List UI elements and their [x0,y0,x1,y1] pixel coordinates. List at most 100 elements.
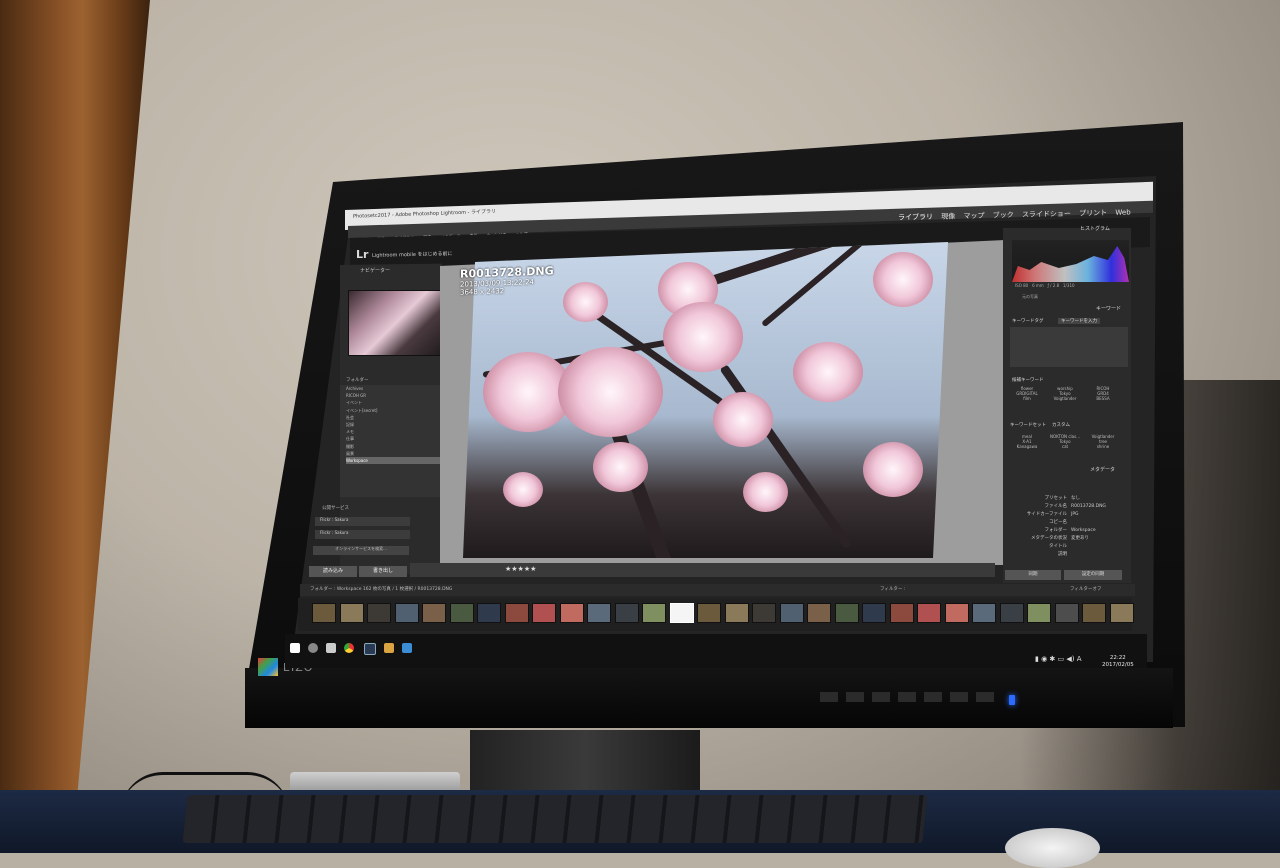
filmstrip-thumb[interactable] [1054,603,1079,623]
metadata-value[interactable]: Workspace [1071,528,1096,533]
keyword-set-label: キーワードセット [1010,423,1046,428]
filmstrip-thumb[interactable] [724,603,749,623]
sync-settings-button[interactable]: 設定の同期 [1064,570,1122,580]
folder-item[interactable]: 風景 [346,450,442,457]
filmstrip-thumb[interactable] [532,603,556,623]
filmstrip-thumb[interactable] [339,603,364,623]
filmstrip-thumb[interactable] [1082,603,1106,623]
folder-item[interactable]: 社会 [346,414,442,421]
metadata-key: コピー名 [1049,520,1067,525]
filmstrip-thumb[interactable] [779,603,804,623]
folder-item[interactable]: 撮影 [346,443,442,450]
filmstrip-thumb[interactable] [367,603,391,623]
publish-services-label[interactable]: 公開サービス [322,505,349,511]
windows-start-icon[interactable] [290,643,300,653]
filter-off-select[interactable]: フィルターオフ [1070,584,1101,596]
filmstrip-thumb[interactable] [972,603,996,623]
module-slideshow[interactable]: スライドショー [1022,210,1071,219]
app-icon[interactable] [402,643,412,653]
ime-indicator[interactable]: A [1077,655,1082,663]
module-map[interactable]: マップ [963,212,984,220]
folder-item-selected[interactable]: Workspace [346,457,442,465]
filmstrip-thumb[interactable] [889,603,914,623]
folder-item[interactable]: 記録 [346,421,442,428]
keyword-chip[interactable]: Kanagawa [1008,444,1046,449]
module-book[interactable]: ブック [993,211,1014,219]
export-button[interactable]: 書き出し [359,566,407,577]
rating-stars[interactable]: ★★★★★ [505,565,536,573]
filmstrip-thumb[interactable] [394,603,419,623]
metadata-value[interactable]: JPG [1071,512,1079,517]
find-services-button[interactable]: オンラインサービスを検索... [313,546,409,555]
tray-icons[interactable]: ▮ ◉ ✱ ▭ ◀) [1035,655,1074,663]
keyword-input[interactable]: キーワードを入力 [1058,318,1100,324]
import-button[interactable]: 読み込み [309,566,357,577]
metadata-label[interactable]: メタデータ [1090,466,1115,473]
metadata-value[interactable]: 変更あり [1071,536,1089,541]
histogram-label[interactable]: ヒストグラム [1080,225,1110,232]
folder-item[interactable]: RICOH GR [346,392,442,399]
filmstrip-thumb-selected[interactable] [669,603,694,623]
folder-item[interactable]: Archives [346,385,442,392]
keyword-chip[interactable]: Voigtlander [1046,396,1084,401]
filmstrip-thumb[interactable] [944,603,969,623]
service-flickr[interactable]: Flickr : Sakura [315,530,410,539]
photo-blossom [593,442,648,492]
filmstrip-thumb[interactable] [642,603,666,623]
module-print[interactable]: プリント [1079,209,1107,218]
metadata-value[interactable]: なし [1071,496,1080,501]
windows-taskbar [285,634,1147,668]
folder-item[interactable]: 仕事 [346,435,442,442]
filmstrip-thumb[interactable] [1109,603,1134,623]
filmstrip-thumb[interactable] [504,603,529,623]
exif-iso: ISO 80 [1015,283,1029,288]
task-view-icon[interactable] [326,643,336,653]
navigator-label[interactable]: ナビゲーター [360,267,390,274]
metadata-value[interactable]: R0013728.DNG [1071,504,1106,509]
taskbar-clock[interactable]: 22:22 2017/02/05 [1102,655,1134,669]
filmstrip-thumb[interactable] [449,603,474,623]
filmstrip-thumb[interactable] [477,603,501,623]
keyword-chip[interactable]: shrine [1084,444,1122,449]
keyword-chip[interactable]: film [1008,396,1046,401]
chrome-icon[interactable] [344,643,354,653]
folder-item[interactable]: メモ [346,428,442,435]
filmstrip-thumb[interactable] [862,603,886,623]
module-develop[interactable]: 現像 [941,212,955,220]
filmstrip-thumb[interactable] [807,603,831,623]
filter-label: フィルター : [880,587,906,592]
filmstrip-thumb[interactable] [752,603,776,623]
keyword-chip[interactable]: cat [1046,444,1084,449]
filmstrip-thumb[interactable] [587,603,611,623]
monitor-buttons[interactable] [820,692,1000,702]
exif-aperture: ƒ / 2.8 [1047,283,1060,288]
keyword-set-select[interactable]: カスタム [1052,422,1070,428]
keywords-label[interactable]: キーワード [1096,305,1121,312]
clock-time: 22:22 [1109,655,1126,661]
filmstrip-thumb[interactable] [697,603,721,623]
folder-item[interactable]: イベント[secret] [346,407,442,414]
filmstrip-path[interactable]: フォルダー : Workspace 162 枚の写真 / 1 枚選択 / R00… [310,587,452,592]
filmstrip-thumb[interactable] [614,603,639,623]
module-web[interactable]: Web [1115,208,1130,216]
filmstrip-thumb[interactable] [834,603,859,623]
search-icon[interactable] [308,643,318,653]
filmstrip-thumb[interactable] [1027,603,1051,623]
service-flickr[interactable]: Flickr : Sakura [315,517,410,526]
photo-info-overlay: R0013728.DNG 2013/03/09 13:22:24 3648 x … [460,264,554,296]
sync-button[interactable]: 同期 [1005,570,1061,580]
explorer-icon[interactable] [384,643,394,653]
keyword-chip[interactable]: BESSA [1084,396,1122,401]
module-library[interactable]: ライブラリ [898,213,933,222]
filmstrip-thumb[interactable] [917,603,941,623]
lightroom-taskbar-icon[interactable] [364,643,376,655]
folders-label[interactable]: フォルダー [346,377,369,383]
keyword-tags-box[interactable] [1010,327,1128,367]
filmstrip-thumb[interactable] [312,603,336,623]
filmstrip-thumb[interactable] [999,603,1024,623]
filmstrip-thumb[interactable] [422,603,446,623]
folder-item[interactable]: イベント [346,399,442,406]
original-photo-checkbox[interactable]: 元の写真 [1022,294,1038,300]
navigator-thumbnail[interactable] [348,290,444,356]
filmstrip-thumb[interactable] [559,603,584,623]
